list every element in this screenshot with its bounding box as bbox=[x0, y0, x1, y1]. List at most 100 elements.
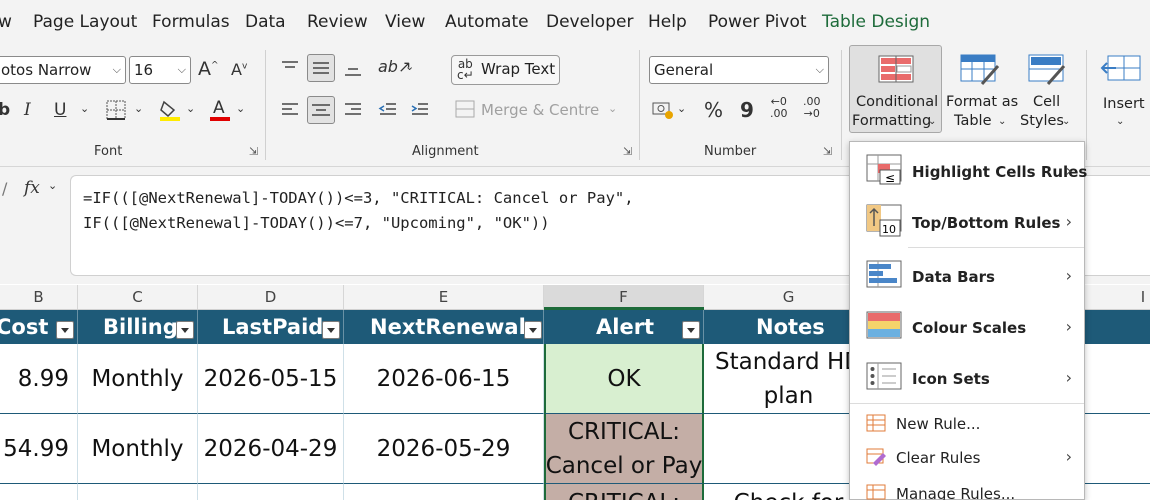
format-as-table-button[interactable]: Format as Table ⌄ bbox=[946, 46, 1018, 132]
tab-power-pivot[interactable]: Power Pivot bbox=[708, 12, 807, 32]
cell-alert[interactable]: CRITICAL: Cancel or Pay bbox=[544, 414, 704, 484]
chevron-down-icon[interactable]: ⌄ bbox=[186, 102, 195, 115]
menu-item-clear-rules[interactable]: Clear Rules › bbox=[850, 440, 1084, 474]
svg-text:10: 10 bbox=[882, 223, 896, 236]
align-bottom-icon[interactable] bbox=[343, 58, 363, 78]
menu-item-manage-rules[interactable]: Manage Rules... bbox=[850, 474, 1084, 500]
tab-help[interactable]: Help bbox=[648, 12, 687, 32]
wrap-text-button[interactable]: ab c↵ Wrap Text bbox=[451, 55, 560, 85]
filter-dropdown-icon[interactable] bbox=[524, 321, 542, 339]
number-format-select[interactable]: General ⌵ bbox=[649, 56, 829, 84]
align-center-button[interactable] bbox=[307, 96, 335, 124]
menu-item-highlight-cells-rules[interactable]: ≤ Highlight Cells Rules › bbox=[850, 144, 1087, 196]
font-name-select[interactable]: otos Narrow ⌵ bbox=[0, 56, 126, 84]
alignment-launcher-icon[interactable]: ⇲ bbox=[623, 146, 634, 157]
column-header-b[interactable]: B bbox=[0, 285, 78, 309]
align-left-icon[interactable] bbox=[280, 100, 300, 120]
align-top-icon[interactable] bbox=[280, 58, 300, 78]
increase-decimal-icon[interactable]: ←0.00 bbox=[770, 96, 788, 120]
cell-billing[interactable]: Monthly bbox=[78, 344, 198, 414]
filter-dropdown-icon[interactable] bbox=[56, 321, 74, 339]
filter-dropdown-icon[interactable] bbox=[682, 321, 700, 339]
cell-billing[interactable]: Monthly bbox=[78, 414, 198, 484]
chevron-down-icon[interactable]: ⌄ bbox=[48, 179, 57, 192]
chevron-down-icon[interactable]: ⌄ bbox=[134, 102, 143, 115]
decrease-indent-icon[interactable] bbox=[378, 100, 398, 120]
column-header-i[interactable]: I bbox=[1086, 285, 1150, 309]
underline-icon[interactable]: U bbox=[54, 100, 66, 120]
number-launcher-icon[interactable]: ⇲ bbox=[823, 146, 834, 157]
align-middle-button[interactable] bbox=[307, 54, 335, 82]
cell-cost[interactable] bbox=[0, 484, 78, 500]
align-right-icon[interactable] bbox=[343, 100, 363, 120]
formula-line-1: =IF(([@NextRenewal]-TODAY())<=3, "CRITIC… bbox=[83, 189, 634, 207]
menu-item-colour-scales[interactable]: Colour Scales › bbox=[850, 301, 1084, 351]
header-cost[interactable]: Cost bbox=[0, 310, 78, 344]
menu-item-new-rule[interactable]: New Rule... bbox=[850, 406, 1084, 440]
tab-page-layout[interactable]: Page Layout bbox=[33, 12, 137, 32]
cell-nextrenewal[interactable]: 2026-06-15 bbox=[344, 344, 544, 414]
tab-developer[interactable]: Developer bbox=[546, 12, 633, 32]
cell-styles-button[interactable]: Cell Styles ⌄ bbox=[1018, 46, 1078, 132]
chevron-down-icon[interactable]: ⌄ bbox=[405, 60, 414, 73]
font-size-select[interactable]: 16 ⌵ bbox=[129, 56, 191, 84]
accounting-format-icon[interactable] bbox=[652, 100, 674, 120]
cell-lastpaid[interactable]: 2026-05-15 bbox=[198, 344, 344, 414]
tab-formulas[interactable]: Formulas bbox=[152, 12, 230, 32]
chevron-down-icon[interactable]: ⌄ bbox=[677, 102, 686, 115]
tab-view-partial[interactable]: w bbox=[0, 12, 12, 32]
cell-cost[interactable]: 54.99 bbox=[0, 414, 78, 484]
menu-item-icon-sets[interactable]: Icon Sets › bbox=[850, 352, 1084, 402]
tab-review[interactable]: Review bbox=[307, 12, 368, 32]
cancel-icon[interactable]: / bbox=[2, 179, 7, 198]
italic-icon[interactable]: I bbox=[24, 100, 31, 120]
cell-nextrenewal[interactable] bbox=[344, 484, 544, 500]
comma-style-icon[interactable]: 9 bbox=[740, 98, 754, 122]
insert-function-icon[interactable]: fx bbox=[24, 178, 40, 198]
cell-alert[interactable]: OK bbox=[544, 344, 704, 414]
menu-item-top-bottom-rules[interactable]: 10 Top/Bottom Rules › bbox=[850, 196, 1084, 246]
column-header-e[interactable]: E bbox=[344, 285, 544, 309]
decrease-font-size-icon[interactable]: Av bbox=[231, 60, 247, 79]
increase-indent-icon[interactable] bbox=[410, 100, 430, 120]
column-header-d[interactable]: D bbox=[198, 285, 344, 309]
font-launcher-icon[interactable]: ⇲ bbox=[249, 146, 260, 157]
cell-billing[interactable] bbox=[78, 484, 198, 500]
header-alert[interactable]: Alert bbox=[544, 310, 704, 344]
menu-item-data-bars[interactable]: Data Bars › bbox=[850, 250, 1084, 300]
filter-dropdown-icon[interactable] bbox=[176, 321, 194, 339]
conditional-formatting-button[interactable]: Conditional Formatting ⌄ bbox=[849, 45, 942, 133]
font-color-icon[interactable]: A bbox=[208, 96, 232, 122]
tab-data[interactable]: Data bbox=[245, 12, 286, 32]
cell-lastpaid[interactable] bbox=[198, 484, 344, 500]
chevron-right-icon: › bbox=[1065, 317, 1072, 336]
tab-view[interactable]: View bbox=[385, 12, 425, 32]
column-header-f[interactable]: F bbox=[544, 285, 704, 309]
merge-centre-icon[interactable] bbox=[455, 100, 475, 118]
chevron-down-icon: ⌄ bbox=[1062, 116, 1071, 127]
header-lastpaid[interactable]: LastPaid bbox=[198, 310, 344, 344]
menu-item-label: Data Bars bbox=[912, 268, 995, 286]
filter-dropdown-icon[interactable] bbox=[322, 321, 340, 339]
decrease-decimal-icon[interactable]: .00 →0 bbox=[803, 96, 821, 120]
header-nextrenewal[interactable]: NextRenewal bbox=[344, 310, 544, 344]
header-billing[interactable]: Billing bbox=[78, 310, 198, 344]
cell-cost[interactable]: 8.99 bbox=[0, 344, 78, 414]
column-header-c[interactable]: C bbox=[78, 285, 198, 309]
borders-icon[interactable] bbox=[106, 100, 126, 120]
cell-lastpaid[interactable]: 2026-04-29 bbox=[198, 414, 344, 484]
tab-automate[interactable]: Automate bbox=[445, 12, 529, 32]
insert-cells-button[interactable]: Insert ⌄ bbox=[1098, 46, 1150, 132]
chevron-down-icon[interactable]: ⌄ bbox=[80, 102, 89, 115]
merge-centre-label[interactable]: Merge & Centre bbox=[481, 101, 599, 119]
percent-icon[interactable]: % bbox=[704, 98, 723, 122]
chevron-down-icon[interactable]: ⌄ bbox=[608, 102, 617, 115]
chevron-down-icon[interactable]: ⌄ bbox=[236, 102, 245, 115]
top-bottom-icon: 10 bbox=[866, 204, 904, 238]
bold-icon[interactable]: b bbox=[0, 100, 10, 120]
cell-alert[interactable]: CRITICAL: bbox=[544, 484, 704, 500]
cell-nextrenewal[interactable]: 2026-05-29 bbox=[344, 414, 544, 484]
tab-table-design[interactable]: Table Design bbox=[822, 12, 930, 32]
increase-font-size-icon[interactable]: A^ bbox=[198, 58, 219, 80]
fill-color-icon[interactable] bbox=[158, 98, 182, 122]
